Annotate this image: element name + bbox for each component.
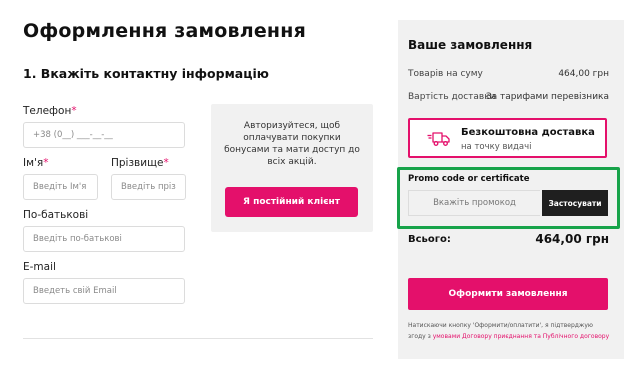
goods-sum-value: 464,00 грн	[558, 69, 609, 79]
required-marker: *	[43, 157, 49, 169]
phone-input[interactable]	[23, 122, 185, 148]
truck-icon	[427, 132, 450, 146]
last-name-input[interactable]	[111, 174, 186, 200]
regular-client-button[interactable]: Я постійний клієнт	[225, 187, 358, 217]
auth-panel: Авторизуйтеся, щоб оплачувати покупки бо…	[211, 104, 373, 232]
email-label: E-mail	[23, 261, 56, 273]
promo-label: Promo code or certificate	[408, 174, 530, 184]
first-name-input[interactable]	[23, 174, 98, 200]
last-name-label-text: Прізвище	[111, 157, 164, 169]
first-name-label-text: Ім'я	[23, 157, 44, 169]
total-value: 464,00 грн	[535, 232, 609, 246]
auth-text: Авторизуйтеся, щоб оплачувати покупки бо…	[224, 121, 360, 167]
summary-title: Ваше замовлення	[408, 38, 533, 52]
legal-terms-link[interactable]: умовами Договору приєднання та Публічног…	[433, 333, 609, 340]
delivery-cost-value: За тарифами перевізника	[485, 92, 609, 102]
email-input[interactable]	[23, 278, 185, 304]
first-name-label: Ім'я*	[23, 157, 48, 169]
delivery-cost-label: Вартість доставки	[408, 92, 496, 102]
free-delivery-banner: Безкоштовна доставка на точку видачі	[408, 118, 607, 158]
patronymic-label: По-батькові	[23, 209, 89, 221]
free-delivery-subtitle: на точку видачі	[461, 142, 532, 152]
total-label: Всього:	[408, 234, 451, 245]
last-name-label: Прізвище*	[111, 157, 169, 169]
patronymic-input[interactable]	[23, 226, 185, 252]
legal-note: Натискаючи кнопку 'Оформити/оплатити', я…	[408, 320, 610, 342]
section-divider	[23, 338, 373, 339]
apply-promo-button[interactable]: Застосувати	[542, 190, 608, 216]
phone-label: Телефон*	[23, 105, 77, 117]
goods-sum-label: Товарів на суму	[408, 69, 483, 79]
required-marker: *	[163, 157, 169, 169]
required-marker: *	[71, 105, 77, 117]
page-title: Оформлення замовлення	[23, 20, 306, 42]
place-order-button[interactable]: Оформити замовлення	[408, 278, 608, 310]
contact-section-title: 1. Вкажіть контактну інформацію	[23, 66, 269, 81]
free-delivery-title: Безкоштовна доставка	[461, 127, 595, 138]
phone-label-text: Телефон	[23, 105, 72, 117]
promo-code-input[interactable]	[408, 190, 540, 216]
